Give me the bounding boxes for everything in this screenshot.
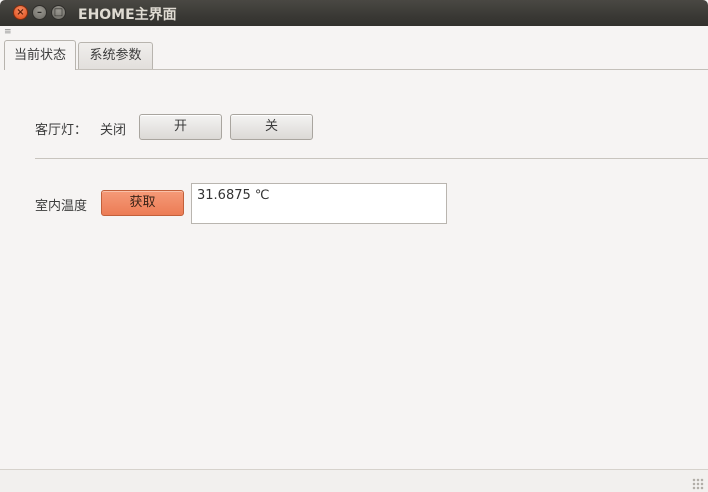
resize-grip-icon[interactable] bbox=[692, 478, 704, 490]
temperature-output[interactable]: 31.6875 ℃ bbox=[191, 183, 447, 224]
light-on-button[interactable]: 开 bbox=[139, 114, 222, 140]
window-title: EHOME主界面 bbox=[78, 7, 177, 23]
maximize-window-button[interactable]: □ bbox=[51, 5, 66, 20]
status-bar bbox=[0, 469, 708, 492]
close-icon: × bbox=[16, 7, 25, 18]
divider bbox=[35, 158, 708, 159]
light-label: 客厅灯： bbox=[35, 123, 88, 138]
minimize-icon: – bbox=[37, 7, 42, 18]
light-status-text: 关闭 bbox=[100, 123, 127, 138]
main-window: × – □ EHOME主界面 ≡ 当前状态 系统参数 客厅灯： 关闭 开 关 室… bbox=[0, 0, 708, 492]
light-off-button[interactable]: 关 bbox=[230, 114, 313, 140]
temperature-label: 室内温度 bbox=[35, 199, 88, 214]
tab-current-status[interactable]: 当前状态 bbox=[4, 40, 76, 70]
tab-system-params[interactable]: 系统参数 bbox=[78, 42, 153, 69]
maximize-icon: □ bbox=[53, 7, 64, 18]
minimize-window-button[interactable]: – bbox=[32, 5, 47, 20]
close-window-button[interactable]: × bbox=[13, 5, 28, 20]
fetch-temperature-button[interactable]: 获取 bbox=[101, 190, 184, 216]
title-bar[interactable]: × – □ EHOME主界面 bbox=[0, 0, 708, 26]
menu-grip-icon[interactable]: ≡ bbox=[4, 28, 12, 37]
current-status-pane: 客厅灯： 关闭 开 关 室内温度 获取 31.6875 ℃ bbox=[4, 69, 708, 470]
